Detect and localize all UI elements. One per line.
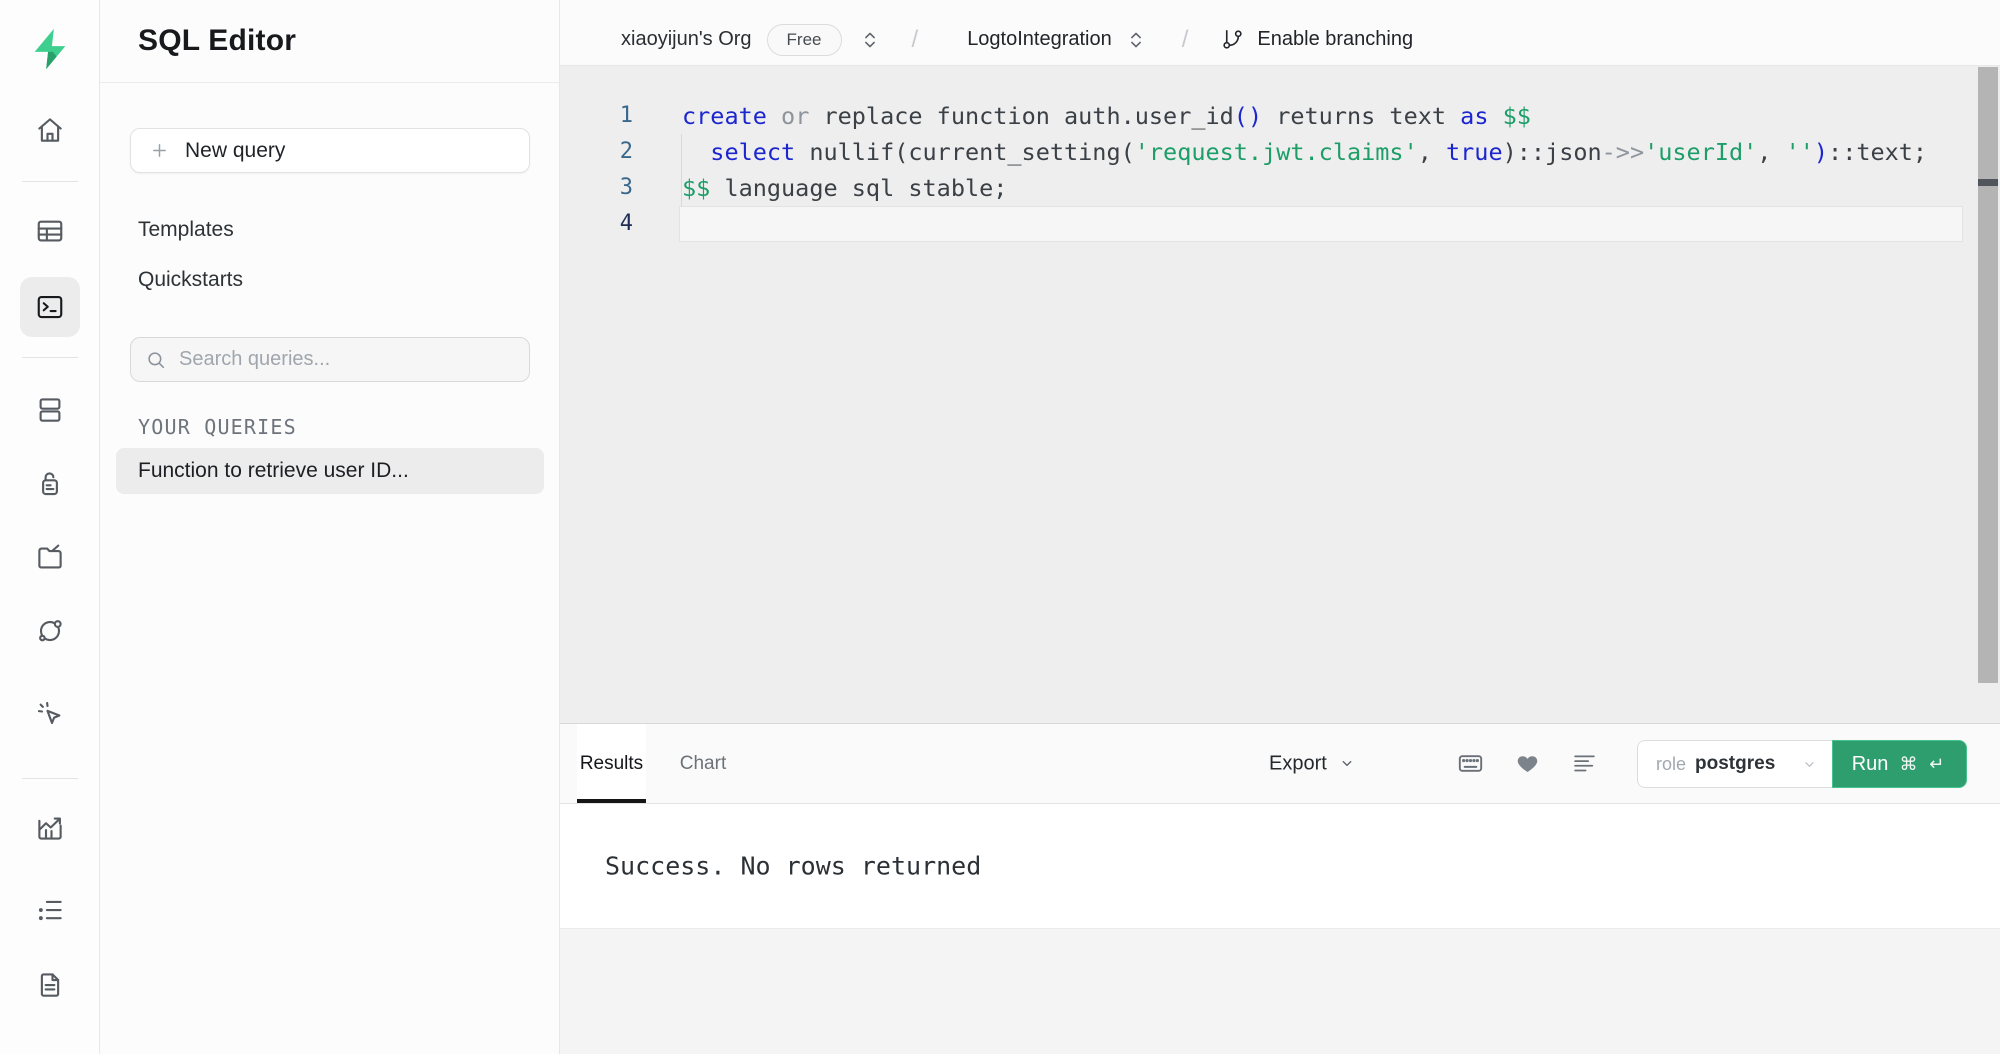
run-button[interactable]: Run ⌘ ↵ <box>1832 740 1967 788</box>
org-name[interactable]: xiaoyijun's Org <box>621 28 752 51</box>
role-label: role <box>1656 754 1686 775</box>
sidebar-item-storage[interactable] <box>20 527 80 587</box>
search-queries-input[interactable]: Search queries... <box>130 337 530 382</box>
breadcrumb-separator: / <box>912 26 919 54</box>
sidebar-item-api-docs[interactable] <box>20 955 80 1015</box>
run-controls: role postgres Run ⌘ ↵ <box>1637 740 1967 788</box>
keyboard-icon <box>1457 750 1484 777</box>
code-line-2: 2 select nullif(current_setting('request… <box>560 134 1970 170</box>
tab-results-label: Results <box>580 753 643 775</box>
sidebar-item-quickstarts[interactable]: Quickstarts <box>100 255 559 305</box>
code-text: select nullif(current_setting('request.j… <box>682 134 1927 170</box>
line-number: 4 <box>560 206 633 242</box>
editor-scrollbar[interactable] <box>1978 67 1998 683</box>
sidebar-item-reports[interactable] <box>20 798 80 858</box>
code-text: create or replace function auth.user_id(… <box>682 98 1531 134</box>
sidebar-item-auth[interactable] <box>20 454 80 514</box>
project-name: LogtoIntegration <box>967 28 1112 51</box>
git-branch-icon <box>1221 28 1244 51</box>
org-switcher-chevron-icon[interactable] <box>859 29 881 51</box>
auth-icon <box>35 469 65 499</box>
align-left-icon <box>1572 751 1597 776</box>
query-list-item[interactable]: Function to retrieve user ID... <box>116 448 544 494</box>
export-label: Export <box>1269 752 1327 775</box>
format-sql-button[interactable] <box>1564 744 1604 784</box>
export-button[interactable]: Export <box>1261 746 1364 781</box>
result-message: Success. No rows returned <box>605 852 981 881</box>
realtime-icon <box>35 616 65 646</box>
chevron-down-icon <box>1338 755 1356 773</box>
your-queries-label: YOUR QUERIES <box>138 415 297 439</box>
heart-icon <box>1515 751 1540 776</box>
sidebar-item-logs[interactable] <box>20 880 80 940</box>
search-icon <box>145 349 167 371</box>
plan-badge: Free <box>767 24 842 56</box>
logs-icon <box>35 895 65 925</box>
sidebar-item-advisors[interactable] <box>20 684 80 744</box>
nav-rail <box>0 0 100 1054</box>
sidebar-header: SQL Editor <box>100 0 559 83</box>
sql-editor-canvas[interactable]: 1 create or replace function auth.user_id… <box>560 66 2000 723</box>
run-label: Run <box>1852 753 1889 776</box>
supabase-logo[interactable] <box>27 26 73 72</box>
run-shortcut: ⌘ ↵ <box>1899 754 1947 775</box>
scrollbar-cursor-marker <box>1978 179 1998 186</box>
search-placeholder: Search queries... <box>179 348 330 371</box>
rail-divider <box>22 181 78 182</box>
new-query-label: New query <box>185 139 285 163</box>
code-line-1: 1 create or replace function auth.user_id… <box>560 98 1970 134</box>
sidebar-item-templates[interactable]: Templates <box>100 205 559 255</box>
favorite-button[interactable] <box>1507 744 1547 784</box>
line-number: 1 <box>560 98 633 134</box>
page-title: SQL Editor <box>138 24 296 58</box>
plus-icon <box>149 140 170 161</box>
enable-branching-button[interactable]: Enable branching <box>1221 28 1413 51</box>
code-text: $$ language sql stable; <box>682 170 1007 206</box>
reports-icon <box>35 813 65 843</box>
line-number: 3 <box>560 170 633 206</box>
results-footer <box>560 928 2000 1054</box>
rail-divider <box>22 778 78 779</box>
code-line-3: 3 $$ language sql stable; <box>560 170 1970 206</box>
advisors-icon <box>35 699 65 729</box>
project-switcher-chevron-icon <box>1125 29 1147 51</box>
line-number: 2 <box>560 134 633 170</box>
sql-editor-icon <box>35 292 65 322</box>
sidebar-item-database[interactable] <box>20 380 80 440</box>
results-toolbar: Results Chart Export role postgres Run ⌘… <box>560 723 2000 804</box>
role-select[interactable]: role postgres <box>1637 740 1833 788</box>
role-value: postgres <box>1695 753 1775 775</box>
breadcrumb: xiaoyijun's Org Free / LogtoIntegration … <box>560 0 2000 66</box>
database-icon <box>35 395 65 425</box>
chevron-down-icon <box>1801 756 1818 773</box>
sidebar-item-table-editor[interactable] <box>20 201 80 261</box>
code-line-4: 4 <box>560 206 1970 242</box>
results-panel: Success. No rows returned <box>560 804 2000 928</box>
enable-branching-label: Enable branching <box>1257 28 1413 51</box>
project-switcher[interactable]: LogtoIntegration <box>967 28 1147 51</box>
table-editor-icon <box>35 216 65 246</box>
rail-divider <box>22 357 78 358</box>
breadcrumb-separator: / <box>1182 26 1189 54</box>
sidebar-item-sql-editor[interactable] <box>20 277 80 337</box>
sidebar-item-home[interactable] <box>20 100 80 160</box>
api-docs-icon <box>35 970 65 1000</box>
tab-chart-label: Chart <box>680 753 726 775</box>
sidebar-nav: Templates Quickstarts <box>100 205 559 305</box>
tab-results[interactable]: Results <box>577 724 646 803</box>
new-query-button[interactable]: New query <box>130 128 530 173</box>
home-icon <box>35 115 65 145</box>
sql-editor-sidebar: SQL Editor New query Templates Quickstar… <box>100 0 560 1054</box>
keyboard-shortcuts-button[interactable] <box>1450 744 1490 784</box>
sidebar-item-realtime[interactable] <box>20 601 80 661</box>
tab-chart[interactable]: Chart <box>664 724 742 803</box>
storage-icon <box>35 542 65 572</box>
